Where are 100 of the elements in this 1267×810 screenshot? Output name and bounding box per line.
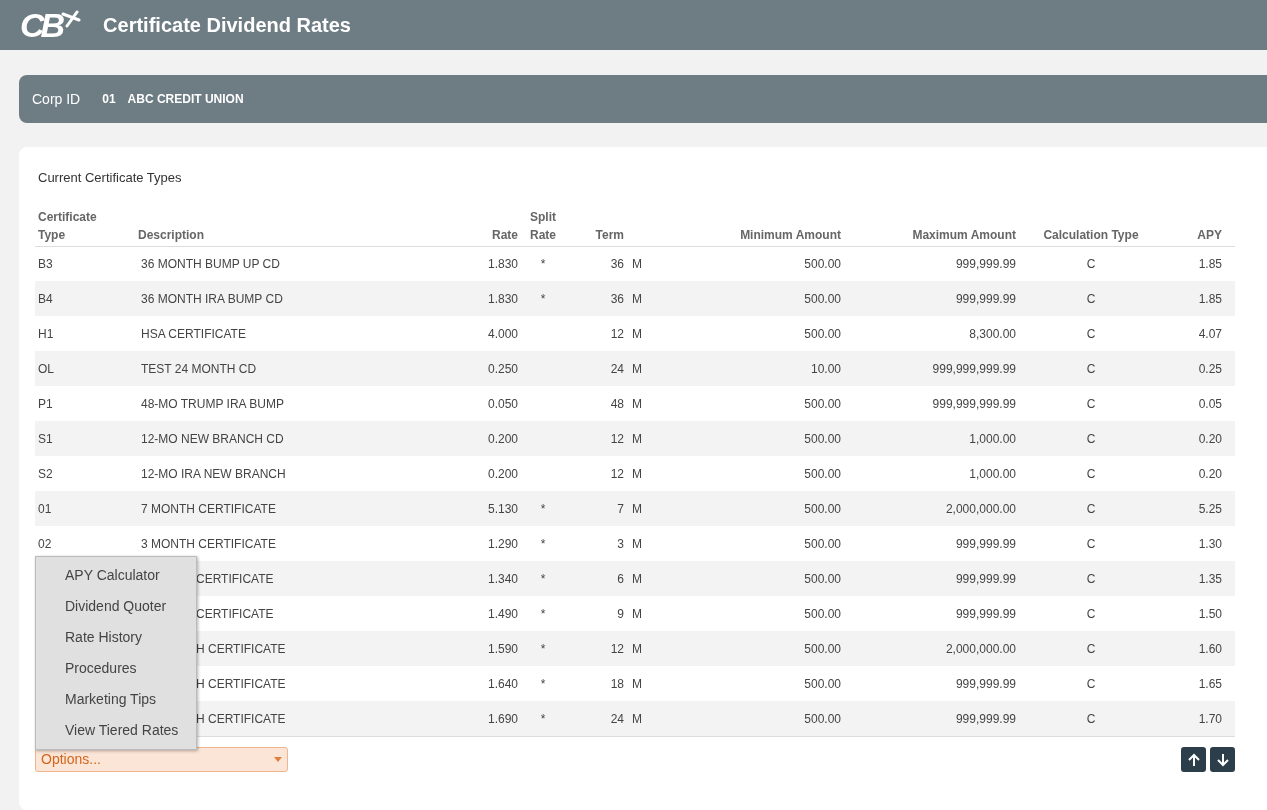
table-cell: CERTIFICATE [196,606,274,621]
table-cell: H CERTIFICATE [196,641,286,656]
column-header: Description [138,226,204,244]
table-cell: C [1086,676,1096,691]
table-cell: S1 [38,431,53,446]
table-cell: 500.00 [804,396,841,411]
table-cell: 12 [610,431,624,446]
table-cell: 0.20 [1198,431,1222,446]
table-cell: 18 [610,676,624,691]
caret-icon [274,757,282,762]
table-cell: 3 MONTH CERTIFICATE [141,536,276,551]
table-cell: 500.00 [804,571,841,586]
table-cell: 1.830 [487,291,518,306]
table-cell: 8,300.00 [969,326,1016,341]
table-cell: 1.830 [487,256,518,271]
table-cell: 1.50 [1198,606,1222,621]
table-cell: 1.590 [487,641,518,656]
table-cell: 500.00 [804,431,841,446]
corp-name: ABC CREDIT UNION [127,91,244,108]
table-row[interactable]: B3 36 MONTH BUMP UP CD 1.830 * 36 M 500.00 999,999.99 C 1.85 [35,246,1235,281]
table-row[interactable]: 01 7 MONTH CERTIFICATE 5.130 * 7 M 500.00 2,000,000.00 C 5.25 [35,491,1235,526]
table-row[interactable]: 02 3 MONTH CERTIFICATE 1.290 * 3 M 500.00 999,999.99 C 1.30 [35,526,1235,561]
table-cell: 10.00 [810,361,841,376]
table-cell: 12-MO NEW BRANCH CD [141,431,284,446]
table-cell: M [632,676,642,691]
table-cell: M [632,571,642,586]
table-cell: 7 MONTH CERTIFICATE [141,501,276,516]
column-header: Maximum Amount [912,226,1016,244]
table-cell: CERTIFICATE [196,571,274,586]
table-cell: 1.60 [1198,641,1222,656]
table-cell: 500.00 [804,711,841,726]
table-cell: M [632,396,642,411]
table-cell: 500.00 [804,606,841,621]
table-cell: B4 [38,291,53,306]
table-cell: * [540,641,546,656]
menu-item[interactable]: APY Calculator [36,560,196,591]
table-cell: 1.30 [1198,536,1222,551]
table-cell: M [632,466,642,481]
table-cell: C [1086,431,1096,446]
table-cell: 36 [610,291,624,306]
arrow-down-icon [1216,752,1229,767]
table-cell: 999,999.99 [955,571,1016,586]
table-cell: 4.07 [1198,326,1222,341]
table-cell: * [540,256,546,271]
scroll-down-button[interactable] [1210,747,1235,772]
table-cell: 500.00 [804,536,841,551]
table-cell: M [632,291,642,306]
scroll-up-button[interactable] [1181,747,1206,772]
table-cell: * [540,606,546,621]
table-cell: C [1086,466,1096,481]
table-cell: C [1086,396,1096,411]
table-cell: C [1086,291,1096,306]
table-cell: 1.640 [487,676,518,691]
column-header: APY [1197,226,1222,244]
table-cell: C [1086,326,1096,341]
table-cell: 500.00 [804,501,841,516]
table-cell: 0.200 [487,466,518,481]
table-row[interactable]: P1 48-MO TRUMP IRA BUMP 0.050 48 M 500.00 999,999,999.99 C 0.05 [35,386,1235,421]
table-cell: 02 [38,536,52,551]
table-cell: 0.200 [487,431,518,446]
table-cell: C [1086,571,1096,586]
table-cell: 999,999.99 [955,711,1016,726]
table-cell: 1.85 [1198,291,1222,306]
table-cell: C [1086,361,1096,376]
table-cell: 999,999,999.99 [932,396,1016,411]
table-cell: 9 [617,606,624,621]
table-cell: 500.00 [804,326,841,341]
table-row[interactable]: S2 12-MO IRA NEW BRANCH 0.200 12 M 500.00 1,000.00 C 0.20 [35,456,1235,491]
table-row[interactable]: H1 HSA CERTIFICATE 4.000 12 M 500.00 8,300.00 C 4.07 [35,316,1235,351]
table-cell: 1,000.00 [969,431,1016,446]
table-cell: 999,999.99 [955,536,1016,551]
table-cell: * [540,291,546,306]
table-cell: B3 [38,256,53,271]
column-header: Certificate Type [38,208,97,244]
table-cell: 4.000 [487,326,518,341]
table-cell: 0.250 [487,361,518,376]
table-cell: M [632,641,642,656]
table-cell: M [632,431,642,446]
table-cell: 36 [610,256,624,271]
column-header: Term [595,226,624,244]
arrow-up-icon [1187,752,1200,767]
table-cell: 24 [610,711,624,726]
table-cell: OL [38,361,54,376]
table-cell: TEST 24 MONTH CD [141,361,257,376]
table-cell: M [632,256,642,271]
table-cell: 1.65 [1198,676,1222,691]
table-cell: 1.70 [1198,711,1222,726]
table-cell: 24 [610,361,624,376]
table-cell: M [632,326,642,341]
table-cell: H1 [38,326,54,341]
table-cell: 5.130 [487,501,518,516]
table-cell: P1 [38,396,53,411]
table-cell: C [1086,606,1096,621]
table-cell: 0.05 [1198,396,1222,411]
table-cell: 5.25 [1198,501,1222,516]
table-cell: 999,999.99 [955,291,1016,306]
logo-mark-icon [61,10,82,30]
table-cell: 12-MO IRA NEW BRANCH [141,466,286,481]
table-cell: C [1086,711,1096,726]
table-cell: 0.20 [1198,466,1222,481]
